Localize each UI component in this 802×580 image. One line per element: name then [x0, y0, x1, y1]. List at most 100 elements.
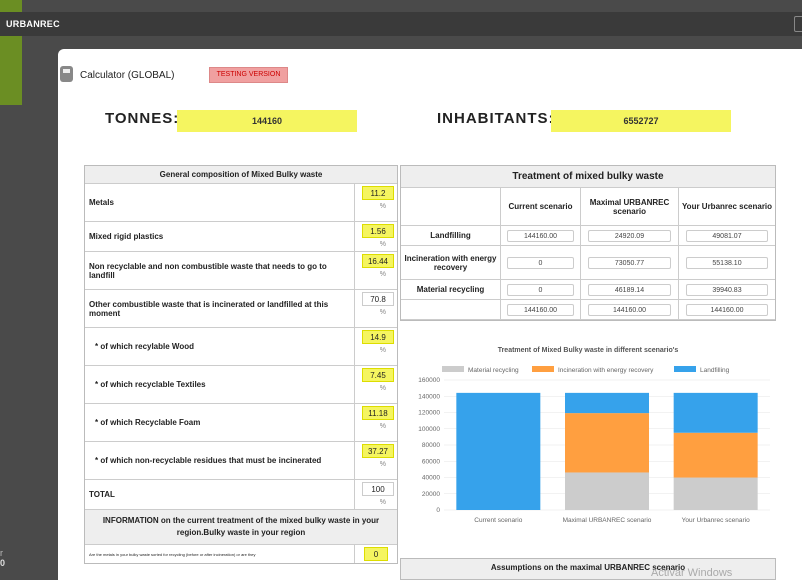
treatment-value: 46189.14	[587, 283, 672, 296]
y-tick-label: 100000	[418, 426, 440, 433]
bar-segment	[456, 392, 541, 510]
y-tick-label: 80000	[422, 442, 440, 449]
chart-title: Treatment of Mixed Bulky waste in differ…	[498, 347, 679, 354]
percent-sign: %	[379, 203, 386, 210]
col-yours: Your Urbanrec scenario	[681, 202, 773, 211]
info-header: INFORMATION on the current treatment of …	[85, 510, 397, 545]
bar-segment	[673, 477, 758, 510]
percent-sign: %	[379, 499, 386, 506]
composition-row: Other combustible waste that is incinera…	[85, 290, 397, 328]
col-maximal: Maximal URBANREC scenario	[581, 188, 679, 225]
treatment-value: 55138.10	[685, 256, 769, 269]
composition-row: * of which recylable Wood 14.9%	[85, 328, 397, 366]
bar-segment	[565, 392, 649, 414]
treatment-value: 144160.00	[506, 229, 575, 242]
composition-row: Mixed rigid plastics 1.56%	[85, 222, 397, 252]
tonnes-input[interactable]: 144160	[177, 110, 357, 132]
metals-sorted-input[interactable]: 0	[364, 547, 388, 561]
treatment-value: 144160.00	[685, 303, 769, 316]
composition-label: * of which recylable Wood	[85, 328, 355, 365]
composition-value-input[interactable]: 1.56	[362, 224, 394, 238]
treatment-value: 0	[506, 256, 575, 269]
treatment-row: Landfilling 144160.00 24920.09 49081.07	[401, 226, 775, 246]
treatment-row: 144160.00 144160.00 144160.00	[401, 300, 775, 320]
treatment-column-headers: Current scenario Maximal URBANREC scenar…	[401, 188, 775, 226]
treatment-row: Material recycling 0 46189.14 39940.83	[401, 280, 775, 300]
treatment-value: 0	[506, 283, 575, 296]
edge-text: 0	[0, 558, 6, 568]
y-tick-label: 60000	[422, 458, 440, 465]
y-tick-label: 0	[436, 507, 440, 514]
treatment-value: 144160.00	[506, 303, 575, 316]
y-tick-label: 160000	[418, 377, 440, 384]
col-current: Current scenario	[501, 188, 581, 225]
y-tick-label: 40000	[422, 475, 440, 482]
calculator-icon	[60, 66, 73, 82]
legend-label: Incineration with energy recovery	[558, 367, 654, 374]
brand-logo[interactable]: URBANREC	[6, 19, 60, 29]
bar-segment	[673, 432, 758, 478]
edge-text: r	[0, 548, 3, 558]
bar-segment	[565, 472, 649, 510]
treatment-value: 39940.83	[685, 283, 769, 296]
composition-header: General composition of Mixed Bulky waste	[85, 166, 397, 184]
treatment-chart: Treatment of Mixed Bulky waste in differ…	[418, 347, 770, 524]
inhabitants-input[interactable]: 6552727	[551, 110, 731, 132]
composition-label: Other combustible waste that is incinera…	[85, 290, 355, 327]
composition-value-input[interactable]: 14.9	[362, 330, 394, 344]
percent-sign: %	[379, 271, 386, 278]
legend-swatch	[532, 366, 554, 372]
calculator-title: Calculator (GLOBAL)	[80, 70, 175, 81]
y-tick-label: 140000	[418, 393, 440, 400]
x-tick-label: Current scenario	[474, 517, 522, 524]
percent-sign: %	[379, 309, 386, 316]
composition-label: * of which Recyclable Foam	[85, 404, 355, 441]
treatment-row: Incineration with energy recovery 0 73050.…	[401, 246, 775, 280]
composition-row: Non recyclable and non combustible waste…	[85, 252, 397, 290]
composition-label: Mixed rigid plastics	[85, 222, 355, 251]
treatment-table: Treatment of mixed bulky waste Current s…	[400, 165, 776, 321]
legend-swatch	[674, 366, 696, 372]
composition-value-input[interactable]: 11.18	[362, 406, 394, 420]
y-tick-label: 20000	[422, 491, 440, 498]
treatment-value: 49081.07	[685, 229, 769, 242]
composition-table: General composition of Mixed Bulky waste…	[84, 165, 398, 564]
composition-row: * of which recyclable Textiles 7.45%	[85, 366, 397, 404]
bar-segment	[673, 392, 758, 433]
x-tick-label: Maximal URBANREC scenario	[563, 517, 652, 524]
composition-value-input[interactable]: 100	[362, 482, 394, 496]
testing-version-badge: TESTING VERSION	[209, 67, 288, 83]
percent-sign: %	[379, 461, 386, 468]
composition-value-input[interactable]: 7.45	[362, 368, 394, 382]
menu-button[interactable]	[794, 16, 802, 32]
inhabitants-label: INHABITANTS:	[437, 110, 555, 127]
composition-label: * of which non-recyclable residues that …	[85, 442, 355, 479]
composition-row: * of which Recyclable Foam 11.18%	[85, 404, 397, 442]
bar-segment	[565, 413, 649, 473]
treatment-header: Treatment of mixed bulky waste	[401, 166, 775, 188]
composition-value-input[interactable]: 16.44	[362, 254, 394, 268]
treatment-value: 144160.00	[587, 303, 672, 316]
legend-label: Material recycling	[468, 367, 519, 374]
composition-value-input[interactable]: 11.2	[362, 186, 394, 200]
y-tick-label: 120000	[418, 410, 440, 417]
composition-row: * of which non-recyclable residues that …	[85, 442, 397, 480]
composition-label: Non recyclable and non combustible waste…	[85, 252, 355, 289]
composition-value-input[interactable]: 70.8	[362, 292, 394, 306]
percent-sign: %	[379, 385, 386, 392]
legend-label: Landfilling	[700, 367, 730, 374]
treatment-row-label: Material recycling	[401, 280, 501, 299]
table-row: Are the metals in your bulky waste sorte…	[85, 545, 397, 563]
windows-watermark: Activar Windows	[651, 567, 733, 579]
percent-sign: %	[379, 423, 386, 430]
treatment-row-label: Landfilling	[401, 226, 501, 245]
tonnes-label: TONNES:	[105, 110, 180, 127]
percent-sign: %	[379, 347, 386, 354]
treatment-value: 24920.09	[587, 229, 672, 242]
top-bar	[0, 12, 802, 36]
composition-value-input[interactable]: 37.27	[362, 444, 394, 458]
composition-label: Metals	[85, 184, 355, 221]
treatment-row-label	[401, 300, 501, 319]
composition-row: Metals 11.2%	[85, 184, 397, 222]
composition-label: * of which recyclable Textiles	[85, 366, 355, 403]
